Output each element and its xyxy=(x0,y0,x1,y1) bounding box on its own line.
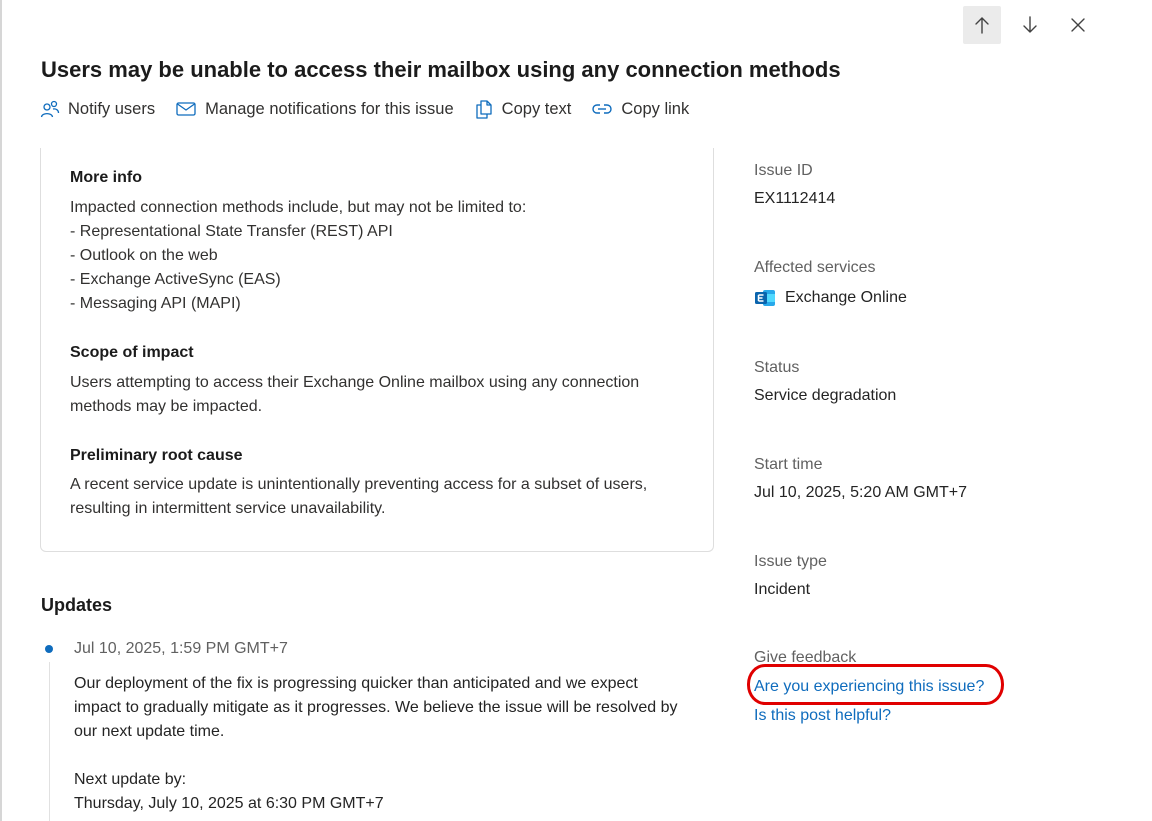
root-cause-line: A recent service update is unintentional… xyxy=(70,476,648,493)
scope-line: Users attempting to access their Exchang… xyxy=(70,374,640,391)
update-body: Our deployment of the fix is progressing… xyxy=(74,672,714,816)
affected-service: Exchange Online xyxy=(754,288,907,308)
status-value: Service degradation xyxy=(754,387,897,404)
issue-id-value: EX1112414 xyxy=(754,190,836,207)
close-icon xyxy=(1071,18,1085,32)
arrow-up-icon xyxy=(975,17,989,34)
arrow-down-icon xyxy=(1023,16,1037,33)
scope-line: methods may be impacted. xyxy=(70,398,263,415)
affected-services-label: Affected services xyxy=(754,259,876,276)
more-info-line: - Representational State Transfer (REST)… xyxy=(70,223,393,240)
root-cause-text: A recent service update is unintentional… xyxy=(70,473,647,521)
mail-icon xyxy=(175,99,197,119)
manage-notifications-button[interactable]: Manage notifications for this issue xyxy=(175,99,454,119)
link-icon xyxy=(591,99,613,119)
highlight-annotation xyxy=(747,664,1004,705)
issue-type-value: Incident xyxy=(754,581,811,598)
timeline-dot xyxy=(45,645,53,653)
more-info-heading: More info xyxy=(70,169,142,186)
update-line: Next update by: xyxy=(74,771,187,788)
more-info-text: Impacted connection methods include, but… xyxy=(70,196,526,316)
root-cause-line: resulting in intermittent service unavai… xyxy=(70,500,386,517)
timeline-line xyxy=(49,662,50,821)
start-time-label: Start time xyxy=(754,456,823,473)
updates-heading: Updates xyxy=(41,595,113,615)
copy-text-button[interactable]: Copy text xyxy=(474,99,572,119)
scope-text: Users attempting to access their Exchang… xyxy=(70,371,639,419)
action-bar: Notify users Manage notifications for th… xyxy=(40,96,709,122)
update-line xyxy=(74,744,714,768)
more-info-line: - Messaging API (MAPI) xyxy=(70,295,241,312)
more-info-line: - Outlook on the web xyxy=(70,247,218,264)
more-info-line: Impacted connection methods include, but… xyxy=(70,199,527,216)
start-time-value: Jul 10, 2025, 5:20 AM GMT+7 xyxy=(754,484,968,501)
notify-users-button[interactable]: Notify users xyxy=(40,99,155,119)
root-cause-heading: Preliminary root cause xyxy=(70,447,243,464)
update-line: Thursday, July 10, 2025 at 6:30 PM GMT+7 xyxy=(74,795,384,812)
update-timestamp: Jul 10, 2025, 1:59 PM GMT+7 xyxy=(74,640,288,657)
status-label: Status xyxy=(754,359,800,376)
issue-type-label: Issue type xyxy=(754,553,827,570)
update-line: Our deployment of the fix is progressing… xyxy=(74,675,638,692)
update-line: our next update time. xyxy=(74,723,225,740)
issue-id-label: Issue ID xyxy=(754,162,813,179)
close-button[interactable] xyxy=(1059,6,1097,44)
manage-notifications-label: Manage notifications for this issue xyxy=(205,99,454,118)
copy-text-label: Copy text xyxy=(501,99,572,118)
more-info-line: - Exchange ActiveSync (EAS) xyxy=(70,271,281,288)
previous-issue-button[interactable] xyxy=(963,6,1001,44)
copy-link-label: Copy link xyxy=(621,99,690,118)
copy-icon xyxy=(474,99,494,119)
exchange-icon xyxy=(754,288,776,308)
post-helpful-link[interactable]: Is this post helpful? xyxy=(754,707,891,725)
people-icon xyxy=(40,99,60,119)
page-title: Users may be unable to access their mail… xyxy=(41,57,841,82)
notify-users-label: Notify users xyxy=(68,99,156,118)
scope-heading: Scope of impact xyxy=(70,344,194,361)
next-issue-button[interactable] xyxy=(1011,6,1049,44)
update-line: impact to gradually mitigate as it progr… xyxy=(74,699,678,716)
copy-link-button[interactable]: Copy link xyxy=(591,99,689,119)
affected-service-name: Exchange Online xyxy=(785,289,907,306)
left-edge-divider xyxy=(0,0,2,821)
